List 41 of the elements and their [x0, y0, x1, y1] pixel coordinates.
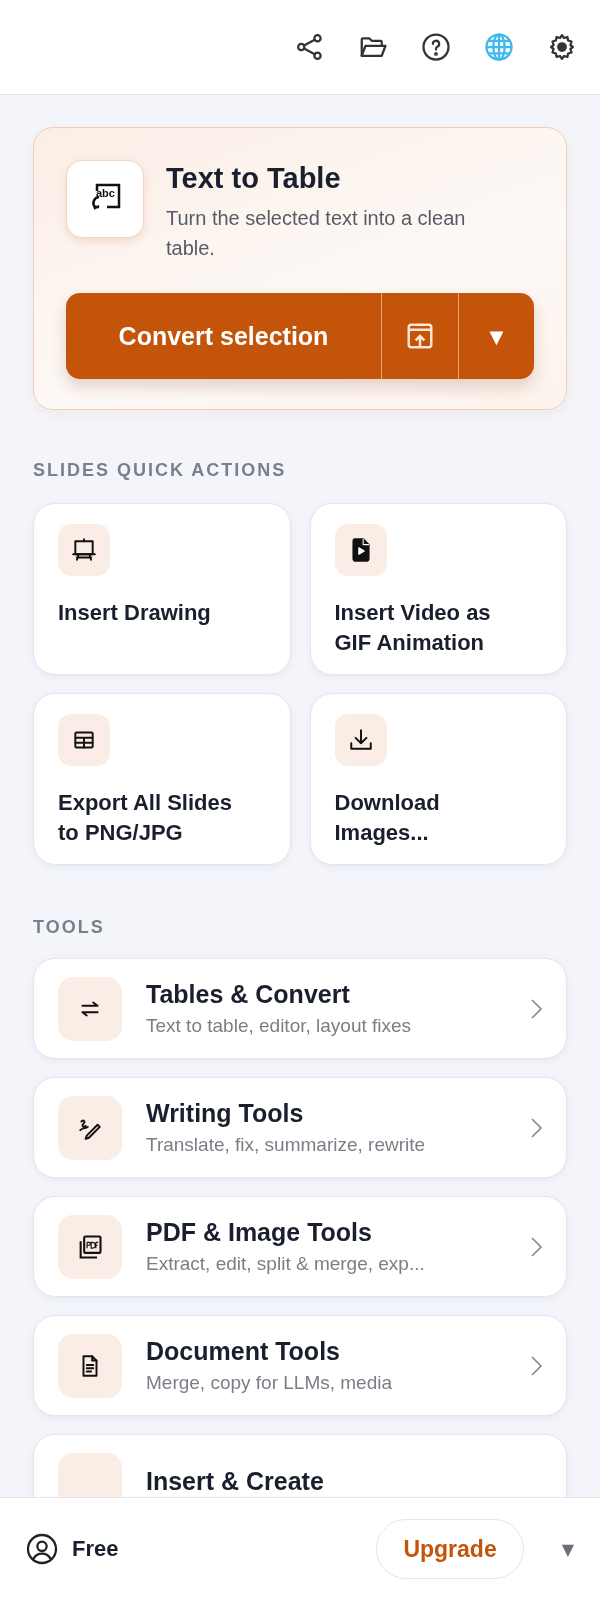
- tool-subtitle: Translate, fix, summarize, rewrite: [146, 1134, 427, 1156]
- chevron-right-icon: [530, 1353, 544, 1378]
- tool-row[interactable]: Tables & Convert Text to table, editor, layout fixes: [33, 958, 567, 1059]
- tool-title: Writing Tools: [146, 1099, 305, 1128]
- quick-action-label: Download Images...: [334, 789, 441, 847]
- quick-action-label: Insert Video as GIF Animation: [334, 599, 492, 657]
- tool-row[interactable]: PDF & Image Tools Extract, edit, split & merge, exp...: [33, 1196, 567, 1297]
- quick-action-label: Insert Drawing: [58, 599, 212, 627]
- tool-row[interactable]: Insert & Create: [33, 1434, 567, 1497]
- tool-row[interactable]: Document Tools Merge, copy for LLMs, media: [33, 1315, 567, 1416]
- upload-window-icon: [405, 321, 435, 351]
- section-heading: TOOLS: [33, 917, 106, 938]
- feature-title: Text to Table: [166, 162, 342, 195]
- plan-label: Free: [72, 1536, 120, 1562]
- upgrade-button[interactable]: Upgrade: [376, 1519, 524, 1579]
- quick-action-card[interactable]: Insert Video as GIF Animation: [309, 503, 567, 675]
- download-icon: [347, 727, 374, 753]
- tool-subtitle: Text to table, editor, layout fixes: [146, 1015, 413, 1037]
- tool-title: Tables & Convert: [146, 980, 351, 1009]
- section-heading: SLIDES QUICK ACTIONS: [33, 460, 288, 481]
- easel-icon: [71, 537, 97, 563]
- feature-description: Turn the selected text into a clean table.: [166, 206, 467, 261]
- quick-action-card[interactable]: Download Images...: [309, 693, 567, 865]
- convert-button[interactable]: Convert selection: [66, 293, 381, 379]
- icon-label: abc: [96, 187, 115, 199]
- tool-title: Insert & Create: [146, 1467, 325, 1496]
- menu-caret[interactable]: ▼: [561, 1539, 574, 1559]
- chevron-right-icon: [530, 1234, 544, 1259]
- tool-subtitle: Extract, edit, split & merge, exp...: [146, 1253, 426, 1275]
- tool-title: Document Tools: [146, 1337, 341, 1366]
- user-icon: [26, 1533, 58, 1565]
- quick-action-card[interactable]: Insert Drawing: [33, 503, 291, 675]
- tool-subtitle: Merge, copy for LLMs, media: [146, 1372, 394, 1394]
- tool-row[interactable]: Writing Tools Translate, fix, summarize, rewrite: [33, 1077, 567, 1178]
- tool-title: PDF & Image Tools: [146, 1218, 373, 1247]
- quick-action-label: Export All Slides to PNG/JPG: [58, 789, 233, 847]
- dropdown-button[interactable]: ▼: [458, 293, 534, 379]
- quick-action-card[interactable]: Export All Slides to PNG/JPG: [33, 693, 291, 865]
- icon-tile: [58, 1452, 122, 1497]
- chevron-right-icon: [530, 1115, 544, 1140]
- chevron-right-icon: [530, 996, 544, 1021]
